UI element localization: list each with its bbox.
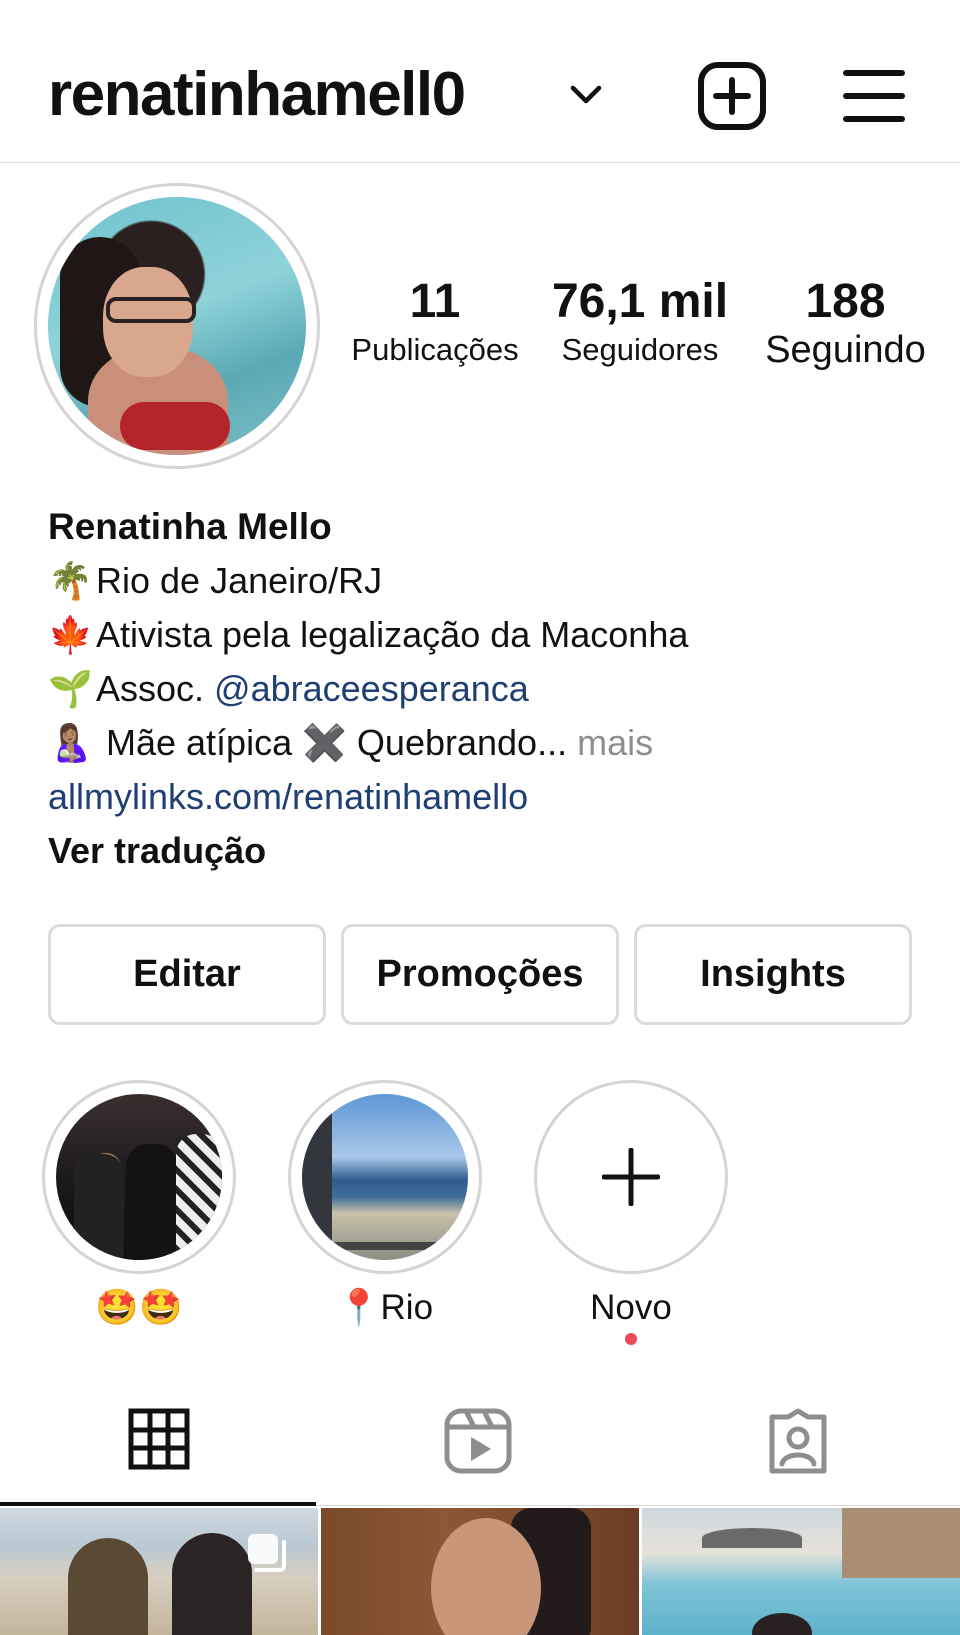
promotions-button[interactable]: Promoções	[341, 924, 619, 1025]
highlight-item[interactable]: 🤩🤩	[42, 1080, 236, 1332]
bio-line-mother: 🤱🏽 Mãe atípica ✖️ Quebrando... mais	[48, 716, 928, 770]
following-label: Seguindo	[765, 329, 926, 371]
bio-line-association: 🌱Assoc. @abraceesperanca	[48, 662, 928, 716]
chevron-down-icon[interactable]	[568, 82, 604, 108]
highlight-ring	[288, 1080, 482, 1274]
followers-count: 76,1 mil	[551, 275, 729, 328]
edit-profile-button[interactable]: Editar	[48, 924, 326, 1025]
followers-label: Seguidores	[561, 332, 719, 367]
highlight-ring	[534, 1080, 728, 1274]
highlight-label: 🤩🤩	[95, 1288, 183, 1327]
tab-tagged[interactable]	[640, 1390, 960, 1506]
highlight-item[interactable]: 📍Rio	[288, 1080, 482, 1332]
maple-leaf-emoji: 🍁	[48, 614, 93, 655]
highlight-cover	[302, 1094, 468, 1260]
tab-reels[interactable]	[320, 1390, 640, 1506]
display-name: Renatinha Mello	[48, 506, 332, 547]
username-title[interactable]: renatinhamell0	[48, 58, 466, 132]
new-highlight-button[interactable]: Novo	[534, 1080, 728, 1345]
external-link[interactable]: allmylinks.com/renatinhamello	[48, 770, 928, 824]
carousel-icon	[248, 1534, 286, 1572]
breastfeeding-emoji: 🤱🏽	[48, 722, 93, 763]
mention-link[interactable]: @abraceesperanca	[214, 668, 529, 709]
tagged-icon	[769, 1408, 827, 1474]
post-thumbnail[interactable]	[0, 1508, 318, 1635]
profile-tabs	[0, 1390, 960, 1506]
avatar[interactable]	[48, 197, 306, 455]
grid-icon	[128, 1408, 190, 1470]
notification-dot	[625, 1333, 637, 1345]
active-tab-indicator	[0, 1502, 316, 1506]
highlight-label: 📍Rio	[336, 1288, 434, 1327]
post-thumbnail[interactable]	[321, 1508, 639, 1635]
bio-line-activism: 🍁Ativista pela legalização da Maconha	[48, 608, 928, 662]
followers-stat[interactable]: 76,1 mil Seguidores	[540, 274, 740, 370]
translate-link[interactable]: Ver tradução	[48, 824, 928, 878]
highlight-label: Novo	[590, 1288, 672, 1327]
post-thumbnail[interactable]	[642, 1508, 960, 1635]
highlight-ring	[42, 1080, 236, 1274]
plus-square-icon[interactable]	[696, 60, 768, 132]
posts-label: Publicações	[351, 332, 519, 367]
insights-button[interactable]: Insights	[634, 924, 912, 1025]
more-link[interactable]: mais	[567, 722, 653, 763]
following-stat[interactable]: 188 Seguindo	[748, 274, 943, 372]
reels-icon	[444, 1408, 512, 1474]
bio: Renatinha Mello 🌴Rio de Janeiro/RJ 🍁Ativ…	[48, 500, 928, 878]
palm-tree-emoji: 🌴	[48, 560, 93, 601]
hamburger-menu-icon[interactable]	[838, 60, 910, 132]
following-count: 188	[805, 275, 886, 328]
top-bar: renatinhamell0	[0, 0, 960, 163]
bio-line-location: 🌴Rio de Janeiro/RJ	[48, 554, 928, 608]
posts-stat[interactable]: 11 Publicações	[340, 274, 530, 370]
posts-count: 11	[409, 275, 461, 328]
highlight-cover	[56, 1094, 222, 1260]
seedling-emoji: 🌱	[48, 668, 93, 709]
plus-icon	[602, 1148, 660, 1206]
tab-posts-grid[interactable]	[0, 1390, 320, 1506]
